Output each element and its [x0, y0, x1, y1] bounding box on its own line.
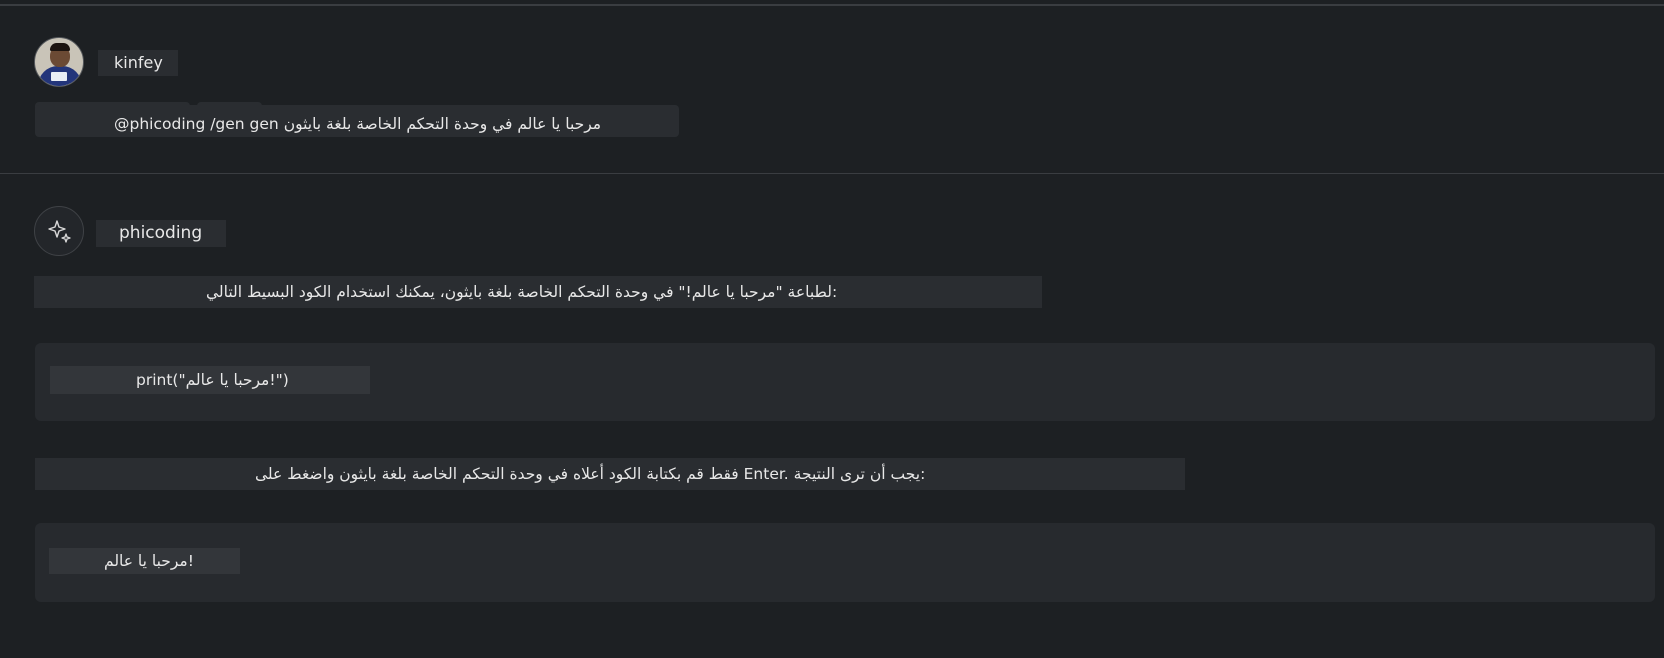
assistant-avatar [34, 206, 84, 256]
assistant-intro-text: لطباعة "مرحبا يا عالم!" في وحدة التحكم ا… [206, 283, 838, 301]
output-line: مرحبا يا عالم! [49, 548, 240, 574]
assistant-intro: لطباعة "مرحبا يا عالم!" في وحدة التحكم ا… [34, 276, 1042, 308]
user-name[interactable]: kinfey [98, 50, 178, 76]
message-divider [0, 173, 1664, 174]
code-text: print("مرحبا يا عالم!") [136, 371, 289, 389]
code-line: print("مرحبا يا عالم!") [50, 366, 370, 394]
output-block: مرحبا يا عالم! [35, 523, 1655, 602]
avatar-badge [51, 72, 67, 81]
user-prompt-text: @phicoding /gen gen مرحبا يا عالم في وحد… [114, 115, 602, 133]
sparkle-icon [48, 220, 71, 243]
user-avatar[interactable] [34, 37, 84, 87]
top-divider [0, 4, 1664, 6]
avatar-hair [50, 43, 70, 51]
assistant-instruction-text: فقط قم بكتابة الكود أعلاه في وحدة التحكم… [255, 465, 926, 483]
code-block: print("مرحبا يا عالم!") [35, 343, 1655, 421]
output-text: مرحبا يا عالم! [104, 552, 194, 570]
assistant-instruction: فقط قم بكتابة الكود أعلاه في وحدة التحكم… [35, 458, 1185, 490]
assistant-name[interactable]: phicoding [96, 220, 226, 247]
